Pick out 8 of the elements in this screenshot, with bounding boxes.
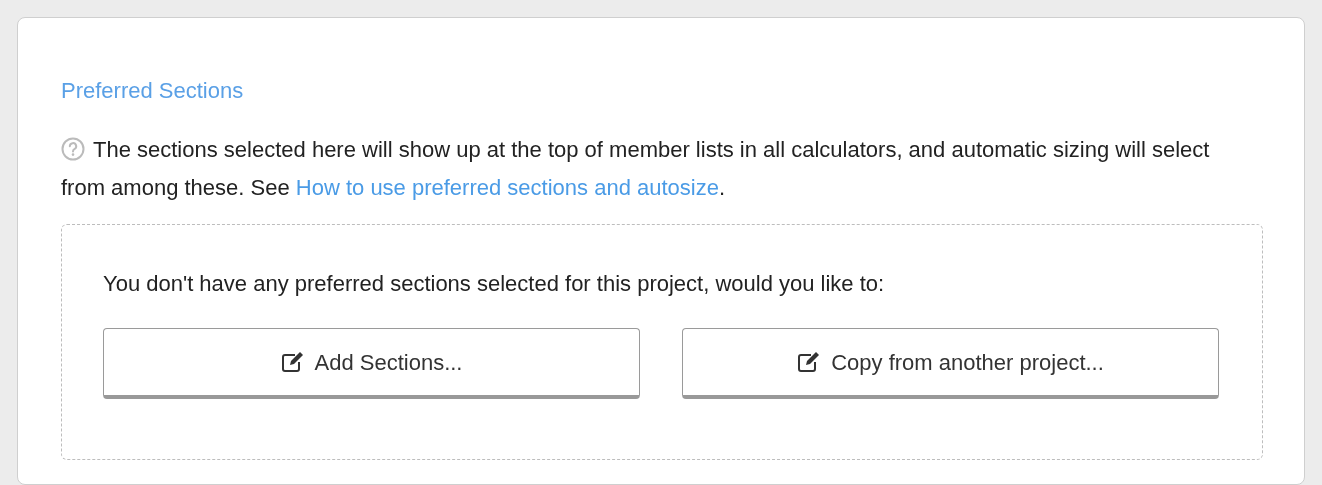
help-icon (61, 137, 85, 161)
action-button[interactable]: Copy from another project... (682, 328, 1219, 399)
help-text: The sections selected here will show up at the top of member lists in all calculators, and automatic sizing will select from among these. See How to use preferred sections and autosize. (61, 136, 1211, 202)
action-button[interactable]: Add Sections... (103, 328, 640, 399)
section-title: Preferred Sections (61, 78, 245, 104)
edit-icon (797, 351, 822, 373)
edit-icon (280, 351, 305, 373)
empty-state-message: You don't have any preferred sections selected for this project, would you like to: (103, 270, 886, 298)
